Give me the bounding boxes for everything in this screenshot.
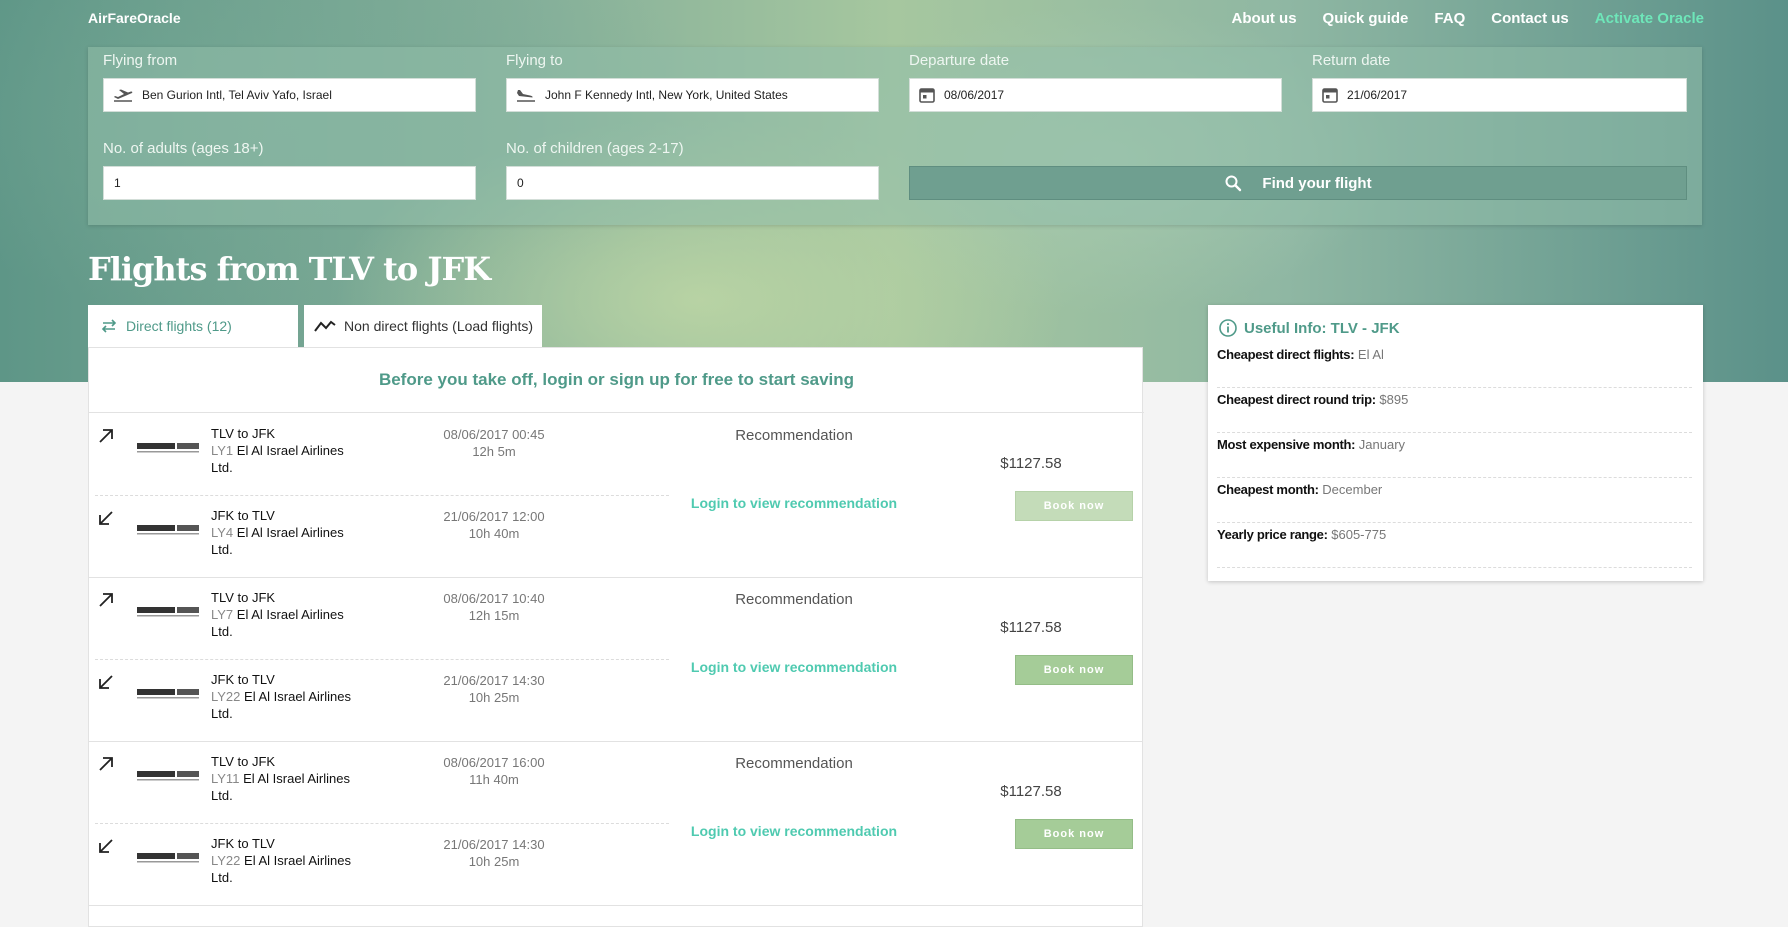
- recommendation-label: Recommendation: [735, 755, 853, 772]
- plane-landing-icon: [517, 90, 535, 102]
- arrow-down-left-icon: [99, 675, 113, 689]
- login-to-view-link[interactable]: Login to view recommendation: [689, 823, 899, 839]
- flight-info: LY1 El Al Israel Airlines Ltd.: [211, 443, 344, 475]
- return-leg: JFK to TLV LY4 El Al Israel Airlines Ltd…: [89, 495, 669, 577]
- nav-about-us[interactable]: About us: [1232, 10, 1297, 27]
- info-row-cheapest-round-trip: Cheapest direct round trip: $895: [1217, 388, 1692, 433]
- return-leg: JFK to TLV LY22 El Al Israel Airlines Lt…: [89, 659, 669, 741]
- departure-date-input[interactable]: 08/06/2017: [909, 78, 1282, 112]
- flight-time: 21/06/2017 12:00 10h 40m: [443, 509, 545, 541]
- price: $1127.58: [1000, 455, 1062, 472]
- flight-info: LY7 El Al Israel Airlines Ltd.: [211, 607, 344, 639]
- children-input[interactable]: 0: [506, 166, 879, 200]
- nav-activate-oracle[interactable]: Activate Oracle: [1595, 10, 1704, 27]
- el-al-logo-icon: [137, 771, 199, 781]
- route-text: JFK to TLV: [211, 508, 275, 523]
- flight-time: 08/06/2017 00:45 12h 5m: [443, 427, 545, 459]
- outbound-leg: TLV to JFK LY11 El Al Israel Airlines Lt…: [89, 741, 669, 823]
- arrow-up-right-icon: [99, 757, 113, 771]
- flight-info: LY11 El Al Israel Airlines Ltd.: [211, 771, 350, 803]
- recommendation-label: Recommendation: [735, 427, 853, 444]
- plane-takeoff-icon: [114, 89, 133, 102]
- flight-info: LY22 El Al Israel Airlines Ltd.: [211, 853, 351, 885]
- recommendation-label: Recommendation: [735, 591, 853, 608]
- search-panel: Flying from Ben Gurion Intl, Tel Aviv Ya…: [88, 47, 1702, 225]
- price: $1127.58: [1000, 783, 1062, 800]
- search-icon: [1225, 175, 1242, 192]
- login-to-view-link[interactable]: Login to view recommendation: [689, 495, 899, 511]
- flight-time: 21/06/2017 14:30 10h 25m: [443, 837, 545, 869]
- arrow-up-right-icon: [99, 593, 113, 607]
- zigzag-route-icon: [314, 320, 336, 332]
- calendar-icon: [1322, 88, 1338, 103]
- book-now-button[interactable]: Book now: [1015, 655, 1133, 685]
- info-row-most-expensive-month: Most expensive month: January: [1217, 433, 1692, 478]
- tab-direct-flights[interactable]: Direct flights (12): [88, 305, 298, 347]
- info-row-cheapest-month: Cheapest month: December: [1217, 478, 1692, 523]
- info-row-cheapest-direct-flights: Cheapest direct flights: El Al: [1217, 343, 1692, 388]
- tab-non-direct-flights[interactable]: Non direct flights (Load flights): [304, 305, 542, 347]
- find-flight-button[interactable]: Find your flight: [909, 166, 1687, 200]
- route-text: JFK to TLV: [211, 836, 275, 851]
- route-text: JFK to TLV: [211, 672, 275, 687]
- adults-input[interactable]: 1: [103, 166, 476, 200]
- flying-to-input[interactable]: John F Kennedy Intl, New York, United St…: [506, 78, 879, 112]
- el-al-logo-icon: [137, 853, 199, 863]
- el-al-logo-icon: [137, 525, 199, 535]
- return-date-label: Return date: [1312, 52, 1391, 69]
- arrow-down-left-icon: [99, 511, 113, 525]
- route-text: TLV to JFK: [211, 590, 276, 605]
- info-row-yearly-price-range: Yearly price range: $605-775: [1217, 523, 1692, 568]
- nav-links: About us Quick guide FAQ Contact us Acti…: [1232, 10, 1704, 27]
- el-al-logo-icon: [137, 689, 199, 699]
- flight-time: 21/06/2017 14:30 10h 25m: [443, 673, 545, 705]
- book-now-button[interactable]: Book now: [1015, 491, 1133, 521]
- arrow-up-right-icon: [99, 429, 113, 443]
- top-navigation: AirFareOracle About us Quick guide FAQ C…: [0, 0, 1788, 38]
- brand-logo[interactable]: AirFareOracle: [88, 10, 181, 26]
- login-promo[interactable]: Before you take off, login or sign up fo…: [89, 370, 1144, 390]
- login-to-view-link[interactable]: Login to view recommendation: [689, 659, 899, 675]
- arrow-down-left-icon: [99, 839, 113, 853]
- flight-result-card: TLV to JFK LY7 El Al Israel Airlines Ltd…: [89, 577, 1142, 742]
- calendar-icon: [919, 88, 935, 103]
- book-now-button[interactable]: Book now: [1015, 819, 1133, 849]
- flight-result-card: TLV to JFK LY11 El Al Israel Airlines Lt…: [89, 741, 1142, 906]
- outbound-leg: TLV to JFK LY1 El Al Israel Airlines Ltd…: [89, 413, 669, 495]
- flight-time: 08/06/2017 16:00 11h 40m: [443, 755, 545, 787]
- adults-label: No. of adults (ages 18+): [103, 140, 264, 157]
- swap-arrows-icon: [101, 319, 117, 333]
- route-text: TLV to JFK: [211, 754, 276, 769]
- useful-info-title: Useful Info: TLV - JFK: [1218, 318, 1400, 338]
- return-date-input[interactable]: 21/06/2017: [1312, 78, 1687, 112]
- outbound-leg: TLV to JFK LY7 El Al Israel Airlines Ltd…: [89, 577, 669, 659]
- page-title: Flights from TLV to JFK: [88, 250, 491, 288]
- flight-time: 08/06/2017 10:40 12h 15m: [443, 591, 545, 623]
- flight-info: LY4 El Al Israel Airlines Ltd.: [211, 525, 344, 557]
- flight-result-card: TLV to JFK LY1 El Al Israel Airlines Ltd…: [89, 413, 1142, 578]
- flying-from-label: Flying from: [103, 52, 178, 69]
- price: $1127.58: [1000, 619, 1062, 636]
- useful-info-panel: Useful Info: TLV - JFK Cheapest direct f…: [1208, 305, 1703, 581]
- flight-info: LY22 El Al Israel Airlines Ltd.: [211, 689, 351, 721]
- nav-contact-us[interactable]: Contact us: [1491, 10, 1569, 27]
- el-al-logo-icon: [137, 607, 199, 617]
- results-panel: Before you take off, login or sign up fo…: [88, 347, 1144, 927]
- flying-to-label: Flying to: [506, 52, 563, 69]
- nav-quick-guide[interactable]: Quick guide: [1323, 10, 1409, 27]
- children-label: No. of children (ages 2-17): [506, 140, 684, 157]
- info-circle-icon: [1219, 319, 1237, 337]
- return-leg: JFK to TLV LY22 El Al Israel Airlines Lt…: [89, 823, 669, 905]
- flying-from-input[interactable]: Ben Gurion Intl, Tel Aviv Yafo, Israel: [103, 78, 476, 112]
- nav-faq[interactable]: FAQ: [1434, 10, 1465, 27]
- departure-date-label: Departure date: [909, 52, 1010, 69]
- route-text: TLV to JFK: [211, 426, 276, 441]
- el-al-logo-icon: [137, 443, 199, 453]
